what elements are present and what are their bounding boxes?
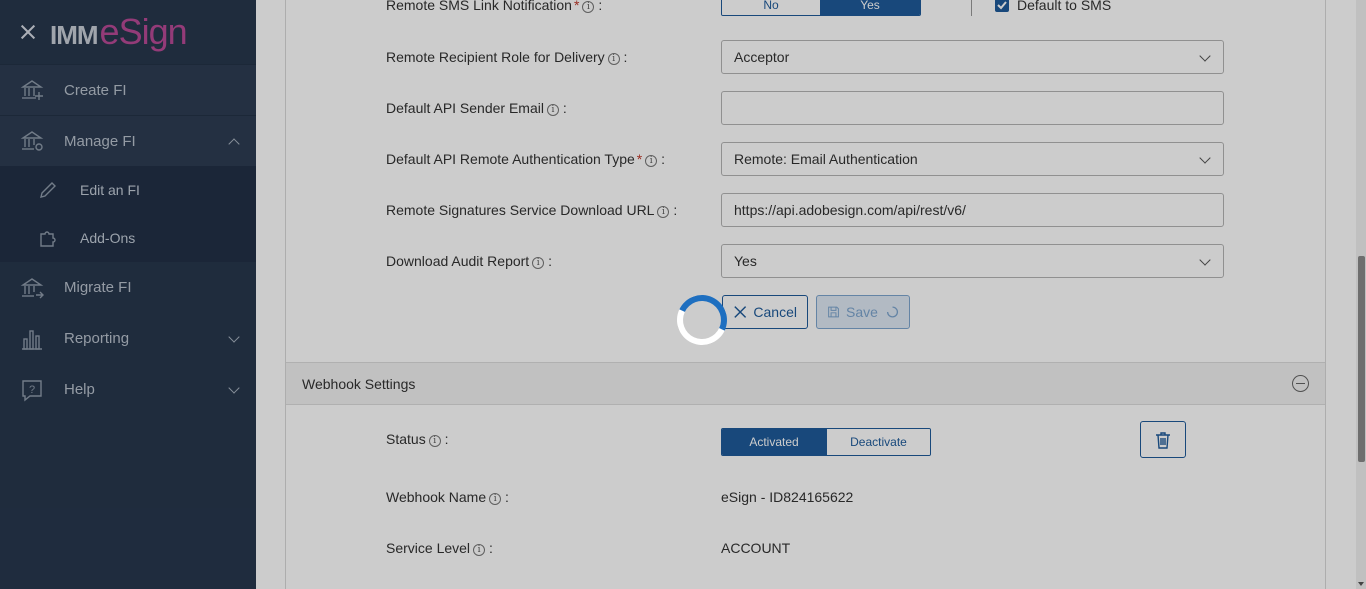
svg-text:?: ?: [29, 384, 35, 396]
status-label: Status i :: [386, 431, 449, 447]
sidebar-item-label: Help: [64, 381, 95, 398]
info-icon[interactable]: i: [657, 206, 670, 218]
checkbox-checked-icon[interactable]: [995, 0, 1009, 12]
sender-email-field[interactable]: [721, 91, 1224, 125]
default-sms-checkbox[interactable]: Default to SMS: [995, 0, 1111, 13]
close-icon[interactable]: [18, 22, 38, 42]
scrollbar[interactable]: [1356, 0, 1366, 589]
puzzle-icon: [38, 228, 58, 248]
info-icon[interactable]: i: [645, 155, 658, 167]
loading-icon: [886, 306, 898, 318]
divider: [971, 0, 972, 16]
sidebar-item-label: Migrate FI: [64, 279, 132, 296]
info-icon[interactable]: i: [473, 544, 486, 556]
sender-email-label: Default API Sender Email i :: [386, 100, 567, 116]
brand-bar: IMM eSign: [0, 0, 256, 64]
service-level-label: Service Level i :: [386, 540, 493, 556]
info-icon[interactable]: i: [428, 435, 441, 447]
sms-no-button[interactable]: No: [722, 0, 820, 15]
cancel-button[interactable]: Cancel: [722, 295, 808, 329]
info-icon[interactable]: i: [582, 1, 595, 13]
sms-toggle: No Yes: [721, 0, 921, 16]
download-url-label: Remote Signatures Service Download URL i …: [386, 202, 678, 218]
chevron-down-icon: [1199, 50, 1211, 62]
audit-report-label: Download Audit Report i :: [386, 253, 552, 269]
sidebar-item-manage-fi[interactable]: Manage FI: [0, 115, 256, 166]
sidebar-item-label: Manage FI: [64, 132, 136, 150]
sidebar-item-create-fi[interactable]: Create FI: [0, 64, 256, 115]
pencil-icon: [38, 180, 58, 200]
info-icon[interactable]: i: [607, 53, 620, 65]
role-label: Remote Recipient Role for Delivery i :: [386, 49, 628, 65]
bank-gear-icon: [20, 129, 44, 153]
role-select[interactable]: Acceptor: [721, 40, 1224, 74]
chevron-down-icon: [228, 331, 240, 343]
app-logo: IMM eSign: [50, 11, 188, 52]
webhook-section-header[interactable]: Webhook Settings: [286, 362, 1325, 405]
sidebar: IMM eSign Create FI Manage FI Edit an FI…: [0, 0, 256, 589]
sidebar-item-label: Reporting: [64, 330, 130, 347]
settings-panel: Remote SMS Link Notification * i : No Yes …: [285, 0, 1326, 589]
deactivate-button[interactable]: Deactivate: [826, 429, 930, 455]
sms-notification-label: Remote SMS Link Notification * i :: [386, 0, 603, 13]
bank-plus-icon: [20, 78, 44, 102]
info-icon[interactable]: i: [532, 257, 545, 269]
sidebar-item-add-ons[interactable]: Add-Ons: [0, 214, 256, 262]
chevron-down-icon: [228, 382, 240, 394]
scrollbar-thumb[interactable]: [1358, 256, 1365, 462]
info-icon[interactable]: i: [489, 493, 502, 505]
webhook-name-label: Webhook Name i :: [386, 489, 509, 505]
chevron-down-icon: [1199, 152, 1211, 164]
scroll-down-arrow[interactable]: [1358, 582, 1364, 586]
delete-button[interactable]: [1140, 421, 1186, 458]
download-url-field[interactable]: https://api.adobesign.com/api/rest/v6/: [721, 193, 1224, 227]
floppy-icon: [828, 306, 839, 318]
help-icon: ?: [20, 378, 44, 402]
main-content: Remote SMS Link Notification * i : No Yes …: [256, 0, 1356, 589]
sms-yes-button[interactable]: Yes: [820, 0, 920, 15]
sidebar-item-edit-fi[interactable]: Edit an FI: [0, 166, 256, 214]
chevron-down-icon: [1199, 254, 1211, 266]
trash-icon: [1156, 431, 1170, 449]
status-toggle: Activated Deactivate: [721, 428, 931, 456]
sidebar-item-help[interactable]: ? Help: [0, 364, 256, 415]
chevron-up-icon: [228, 138, 240, 150]
collapse-icon[interactable]: [1292, 375, 1309, 392]
sidebar-item-reporting[interactable]: Reporting: [0, 313, 256, 364]
save-button[interactable]: Save: [816, 295, 910, 329]
bar-chart-icon: [20, 327, 44, 351]
bank-arrow-icon: [20, 276, 44, 300]
webhook-name-value: eSign - ID824165622: [721, 489, 854, 505]
audit-report-select[interactable]: Yes: [721, 244, 1224, 278]
auth-type-select[interactable]: Remote: Email Authentication: [721, 142, 1224, 176]
sidebar-item-label: Create FI: [64, 81, 127, 99]
activated-button[interactable]: Activated: [722, 429, 826, 455]
auth-type-label: Default API Remote Authentication Type * i…: [386, 151, 666, 167]
info-icon[interactable]: i: [546, 104, 559, 116]
sidebar-item-label: Add-Ons: [80, 230, 136, 246]
close-icon: [734, 306, 747, 318]
section-title: Webhook Settings: [302, 375, 416, 392]
sidebar-item-label: Edit an FI: [80, 182, 140, 198]
sidebar-item-migrate-fi[interactable]: Migrate FI: [0, 262, 256, 313]
service-level-value: ACCOUNT: [721, 540, 791, 556]
